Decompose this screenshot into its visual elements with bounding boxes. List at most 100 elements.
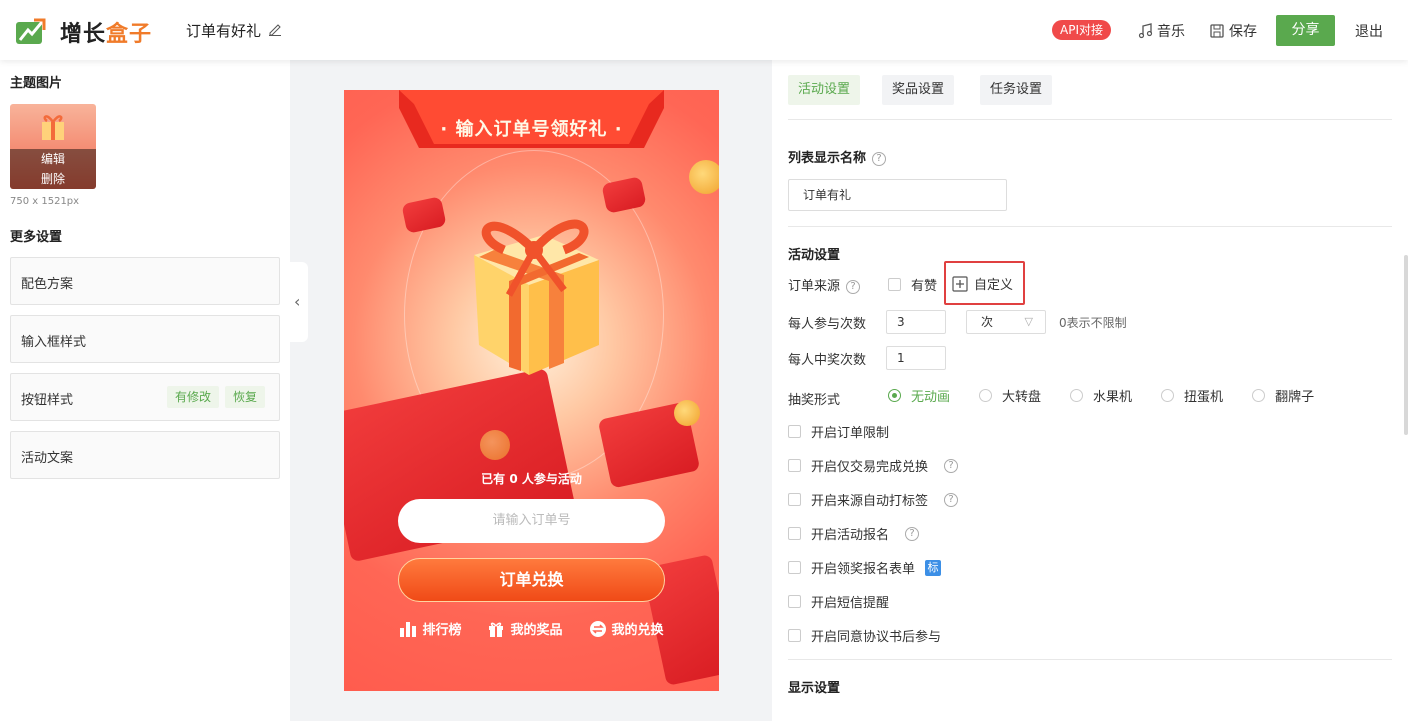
sms-reminder-checkbox[interactable]: 开启短信提醒 — [788, 592, 889, 611]
per-person-win-label: 每人中奖次数 — [788, 353, 867, 368]
my-redemptions-label: 我的兑换 — [611, 623, 664, 638]
help-icon[interactable]: ? — [944, 458, 959, 473]
modified-tag: 有修改 — [167, 386, 220, 408]
auto-tag-checkbox[interactable]: 开启来源自动打标签? — [788, 490, 959, 509]
radio-gashapon[interactable]: 扭蛋机 — [1161, 386, 1223, 405]
exit-button[interactable]: 退出 — [1355, 21, 1383, 41]
brand-name: 增长盒子 — [60, 16, 152, 48]
list-name-label: 列表显示名称 — [788, 151, 867, 166]
custom-label: 自定义 — [974, 278, 1014, 293]
checkbox-label: 开启短信提醒 — [811, 596, 890, 611]
radio-flip-card[interactable]: 翻牌子 — [1252, 386, 1314, 405]
order-limit-checkbox[interactable]: 开启订单限制 — [788, 422, 889, 441]
trade-complete-checkbox[interactable]: 开启仅交易完成兑换? — [788, 456, 959, 475]
divider — [788, 119, 1392, 120]
radio-fruit-machine[interactable]: 水果机 — [1070, 386, 1132, 405]
radio[interactable] — [1070, 389, 1084, 402]
activity-copy-option[interactable]: 活动文案 — [10, 431, 280, 479]
image-size-text: 750 x 1521px — [10, 196, 80, 207]
tab-activity-settings[interactable]: 活动设置 — [788, 75, 861, 105]
coin-decoration — [480, 430, 510, 460]
theme-image-thumbnail[interactable]: 编辑 删除 — [10, 104, 96, 189]
music-button[interactable]: 音乐 — [1137, 21, 1185, 41]
checkbox-label: 开启同意协议书后参与 — [811, 630, 942, 645]
save-label: 保存 — [1229, 24, 1257, 40]
checkbox[interactable] — [788, 425, 801, 438]
draw-mode-label: 抽奖形式 — [788, 393, 841, 408]
api-badge[interactable]: API对接 — [1052, 20, 1111, 40]
settings-panel: 活动设置 奖品设置 任务设置 列表显示名称? 订单有礼 活动设置 订单来源? 有… — [772, 60, 1408, 721]
color-scheme-option[interactable]: 配色方案 — [10, 257, 280, 305]
edit-image-button[interactable]: 编辑 — [10, 149, 96, 169]
order-number-input[interactable]: 请输入订单号 — [398, 499, 665, 543]
checkbox[interactable] — [788, 527, 801, 540]
radio-label: 大转盘 — [1002, 390, 1042, 405]
collapse-panel-button[interactable]: ‹ — [290, 262, 308, 342]
option-label: 配色方案 — [21, 277, 74, 292]
edit-pencil-icon[interactable] — [268, 22, 282, 36]
youzan-label: 有赞 — [911, 279, 938, 294]
bottom-links: 排行榜 我的奖品 我的兑换 — [344, 619, 719, 638]
radio[interactable] — [1252, 389, 1266, 402]
help-icon[interactable]: ? — [846, 279, 861, 294]
checkbox[interactable] — [788, 629, 801, 642]
option-label: 输入框样式 — [21, 335, 87, 350]
checkbox[interactable] — [788, 561, 801, 574]
help-icon[interactable]: ? — [944, 492, 959, 507]
restore-button[interactable]: 恢复 — [225, 386, 266, 408]
list-name-input[interactable]: 订单有礼 — [788, 179, 1007, 211]
save-disk-icon — [1210, 24, 1224, 38]
agreement-checkbox[interactable]: 开启同意协议书后参与 — [788, 626, 941, 645]
radio-label: 翻牌子 — [1275, 390, 1315, 405]
plus-square-icon — [952, 275, 968, 292]
brand-part2: 盒子 — [106, 22, 153, 47]
tab-task-settings[interactable]: 任务设置 — [980, 75, 1053, 105]
brand-part1: 增长 — [60, 22, 107, 47]
per-person-times-label: 每人参与次数 — [788, 317, 867, 332]
my-prizes-link[interactable]: 我的奖品 — [487, 619, 563, 638]
per-person-win-input[interactable]: 1 — [886, 346, 946, 370]
youzan-source-checkbox[interactable]: 有赞 — [888, 275, 937, 294]
delete-image-button[interactable]: 删除 — [10, 169, 96, 189]
prize-form-checkbox[interactable]: 开启领奖报名表单标 — [788, 558, 942, 577]
gift-thumbnail-icon — [42, 115, 64, 140]
activity-settings-title: 活动设置 — [788, 248, 841, 263]
activity-signup-checkbox[interactable]: 开启活动报名? — [788, 524, 920, 543]
music-note-icon — [1138, 23, 1153, 39]
unit-value: 次 — [981, 315, 994, 329]
radio[interactable] — [1161, 389, 1175, 402]
per-person-times-input[interactable]: 3 — [886, 310, 946, 334]
radio-selected[interactable] — [888, 389, 901, 402]
growth-logo-icon — [16, 18, 46, 44]
theme-image-title: 主题图片 — [10, 76, 63, 91]
banner-title: · 输入订单号领好礼 · — [440, 119, 623, 140]
radio-no-animation[interactable]: 无动画 — [888, 386, 950, 405]
custom-source-button[interactable]: 自定义 — [952, 274, 1013, 293]
radio-wheel[interactable]: 大转盘 — [979, 386, 1041, 405]
button-style-option[interactable]: 按钮样式 有修改 恢复 — [10, 373, 280, 421]
option-label: 活动文案 — [21, 451, 74, 466]
save-button[interactable]: 保存 — [1209, 21, 1257, 41]
help-icon[interactable]: ? — [905, 526, 920, 541]
radio-label: 无动画 — [911, 390, 951, 405]
share-button[interactable]: 分享 — [1276, 15, 1335, 46]
order-redeem-button[interactable]: 订单兑换 — [398, 558, 665, 602]
tab-prize-settings[interactable]: 奖品设置 — [882, 75, 955, 105]
draw-mode-radio-group: 无动画 大转盘 水果机 扭蛋机 翻牌子 — [888, 386, 1343, 405]
standard-tag: 标 — [925, 559, 942, 576]
scrollbar[interactable] — [1404, 255, 1408, 435]
my-redemptions-link[interactable]: 我的兑换 — [589, 619, 664, 638]
checkbox-label: 开启领奖报名表单 — [811, 562, 916, 577]
checkbox[interactable] — [888, 278, 901, 291]
input-style-option[interactable]: 输入框样式 — [10, 315, 280, 363]
checkbox[interactable] — [788, 493, 801, 506]
leaderboard-link[interactable]: 排行榜 — [399, 619, 461, 638]
help-icon[interactable]: ? — [872, 151, 887, 166]
document-title[interactable]: 订单有好礼 — [186, 20, 261, 41]
participants-count: 已有 0 人参与活动 — [481, 472, 582, 486]
checkbox[interactable] — [788, 595, 801, 608]
checkbox[interactable] — [788, 459, 801, 472]
bar-chart-icon — [400, 621, 417, 637]
times-unit-select[interactable]: 次 ▽ — [966, 310, 1046, 334]
radio[interactable] — [979, 389, 993, 402]
